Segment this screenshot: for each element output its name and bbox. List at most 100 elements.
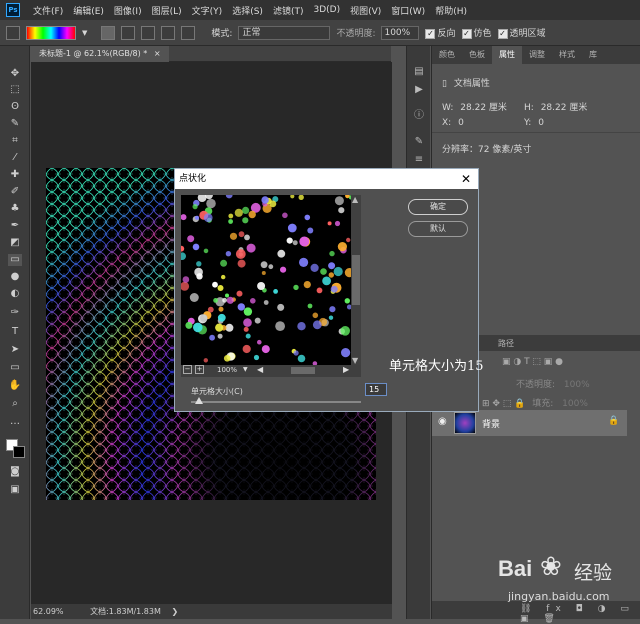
- cell-size-input[interactable]: 15: [365, 383, 387, 396]
- opacity-input[interactable]: 100%: [381, 25, 420, 40]
- cell-size-slider-thumb[interactable]: [195, 397, 203, 404]
- healing-brush-tool-icon[interactable]: ✚: [8, 169, 22, 181]
- menu-file[interactable]: 文件(F): [28, 4, 68, 17]
- scroll-down-icon[interactable]: ▼: [352, 356, 358, 365]
- width-field[interactable]: W: 28.22 厘米: [442, 100, 507, 113]
- mode-select[interactable]: 正常: [238, 25, 331, 40]
- linear-gradient-icon[interactable]: [101, 25, 116, 40]
- tab-swatches[interactable]: 色板: [462, 46, 492, 64]
- pointillize-dialog: 点状化 ✕ ▲ ▼ − + 100% ▼ ◀ ▶ 确定 默认 单元格大小(C) …: [174, 168, 479, 412]
- preview-dot: [346, 237, 351, 243]
- layer-action-icons[interactable]: ⛓ fx ◘ ◑ ▭ ▣ 🗑: [520, 604, 640, 624]
- scroll-left-icon[interactable]: ◀: [257, 365, 263, 374]
- angle-gradient-icon[interactable]: [141, 25, 156, 40]
- layer-row-background[interactable]: ◉ 背景 🔒: [432, 410, 627, 436]
- rectangle-tool-icon[interactable]: ▭: [8, 362, 22, 374]
- move-tool-icon[interactable]: ✥: [8, 68, 22, 80]
- lock-icons[interactable]: ⊞ ✥ ⬚ 🔒: [482, 399, 525, 409]
- ok-button[interactable]: 确定: [408, 199, 468, 215]
- menu-select[interactable]: 选择(S): [227, 4, 268, 17]
- preview-dot: [194, 267, 203, 277]
- zoom-out-icon[interactable]: −: [183, 365, 192, 374]
- blur-tool-icon[interactable]: ●: [8, 271, 22, 283]
- adjust-panel-icon[interactable]: ≡: [412, 154, 426, 166]
- gradient-tool-icon[interactable]: ▭: [8, 254, 22, 266]
- zoom-tool-icon[interactable]: ⌕: [8, 398, 22, 410]
- y-field[interactable]: Y: 0: [524, 118, 544, 128]
- eyedropper-tool-icon[interactable]: ⁄: [8, 152, 22, 164]
- scroll-thumb[interactable]: [352, 255, 360, 305]
- chevron-down-icon[interactable]: ▼: [82, 29, 87, 37]
- history-brush-tool-icon[interactable]: ✒: [8, 220, 22, 232]
- close-icon[interactable]: ×: [154, 49, 161, 58]
- scroll-up-icon[interactable]: ▲: [352, 195, 358, 204]
- menu-type[interactable]: 文字(Y): [187, 4, 228, 17]
- screen-mode-icon[interactable]: ▣: [8, 484, 22, 496]
- scroll-right-icon[interactable]: ▶: [343, 365, 349, 374]
- actions-panel-icon[interactable]: ▶: [412, 84, 426, 96]
- brush-panel-icon[interactable]: ✎: [412, 136, 426, 148]
- reverse-checkbox[interactable]: ✓ 反向: [425, 26, 456, 39]
- document-tab[interactable]: 未标题-1 @ 62.1%(RGB/8) * ×: [31, 46, 169, 62]
- default-button[interactable]: 默认: [408, 221, 468, 237]
- history-panel-icon[interactable]: ▤: [412, 66, 426, 78]
- quick-mask-icon[interactable]: ◙: [8, 466, 22, 478]
- x-field[interactable]: X: 0: [442, 118, 464, 128]
- reflected-gradient-icon[interactable]: [161, 25, 176, 40]
- tab-color[interactable]: 颜色: [432, 46, 462, 64]
- crop-tool-icon[interactable]: ⌗: [8, 135, 22, 147]
- gradient-swatch[interactable]: [26, 25, 76, 40]
- chevron-right-icon[interactable]: ❯: [171, 607, 178, 616]
- dither-checkbox[interactable]: ✓ 仿色: [461, 26, 492, 39]
- preview-dot: [299, 257, 309, 267]
- layer-filter-icons[interactable]: ▣ ◑ T ⬚ ▣ ●: [502, 357, 563, 367]
- tab-styles[interactable]: 样式: [552, 46, 582, 64]
- layer-fill-value[interactable]: 100%: [562, 399, 588, 409]
- radial-gradient-icon[interactable]: [121, 25, 136, 40]
- preview-vertical-scrollbar[interactable]: ▲ ▼: [351, 195, 361, 365]
- menu-window[interactable]: 窗口(W): [386, 4, 430, 17]
- preview-dot: [248, 210, 256, 219]
- zoom-in-icon[interactable]: +: [195, 365, 204, 374]
- preview-dot: [282, 212, 288, 219]
- pen-tool-icon[interactable]: ✑: [8, 307, 22, 319]
- lasso-tool-icon[interactable]: ʘ: [8, 101, 22, 113]
- hscroll-thumb[interactable]: [291, 367, 315, 374]
- tab-adjustments[interactable]: 调整: [522, 46, 552, 64]
- marquee-tool-icon[interactable]: ⬚: [8, 84, 22, 96]
- path-select-tool-icon[interactable]: ➤: [8, 344, 22, 356]
- menu-filter[interactable]: 滤镜(T): [268, 4, 309, 17]
- filter-preview[interactable]: [181, 195, 351, 365]
- clone-stamp-tool-icon[interactable]: ♣: [8, 203, 22, 215]
- eye-icon[interactable]: ◉: [438, 416, 447, 427]
- menu-edit[interactable]: 编辑(E): [68, 4, 109, 17]
- menu-help[interactable]: 帮助(H): [430, 4, 472, 17]
- brush-tool-icon[interactable]: ✐: [8, 186, 22, 198]
- transparency-checkbox[interactable]: ✓ 透明区域: [497, 26, 546, 39]
- preview-dot: [218, 306, 224, 312]
- background-color-swatch[interactable]: [13, 446, 25, 458]
- type-tool-icon[interactable]: T: [8, 326, 22, 338]
- quick-select-tool-icon[interactable]: ✎: [8, 118, 22, 130]
- dodge-tool-icon[interactable]: ◐: [8, 288, 22, 300]
- menu-layer[interactable]: 图层(L): [147, 4, 187, 17]
- tab-paths[interactable]: 路径: [498, 338, 514, 349]
- gradient-tool-preset-icon[interactable]: [6, 25, 20, 40]
- cell-size-slider-track[interactable]: [191, 401, 361, 403]
- chevron-down-icon[interactable]: ▼: [243, 366, 248, 373]
- more-tools-icon[interactable]: …: [8, 416, 22, 428]
- info-panel-icon[interactable]: ⓘ: [412, 110, 426, 122]
- diamond-gradient-icon[interactable]: [181, 25, 196, 40]
- tab-properties[interactable]: 属性: [492, 46, 522, 64]
- hand-tool-icon[interactable]: ✋: [8, 380, 22, 392]
- close-icon[interactable]: ✕: [461, 169, 471, 189]
- tab-libraries[interactable]: 库: [582, 46, 604, 64]
- eraser-tool-icon[interactable]: ◩: [8, 237, 22, 249]
- menu-image[interactable]: 图像(I): [109, 4, 147, 17]
- layer-opacity-value[interactable]: 100%: [564, 380, 590, 390]
- menu-3d[interactable]: 3D(D): [308, 5, 345, 15]
- menu-view[interactable]: 视图(V): [345, 4, 386, 17]
- height-field[interactable]: H: 28.22 厘米: [524, 100, 587, 113]
- zoom-level[interactable]: 62.09%: [33, 607, 64, 616]
- preview-dot: [303, 281, 311, 289]
